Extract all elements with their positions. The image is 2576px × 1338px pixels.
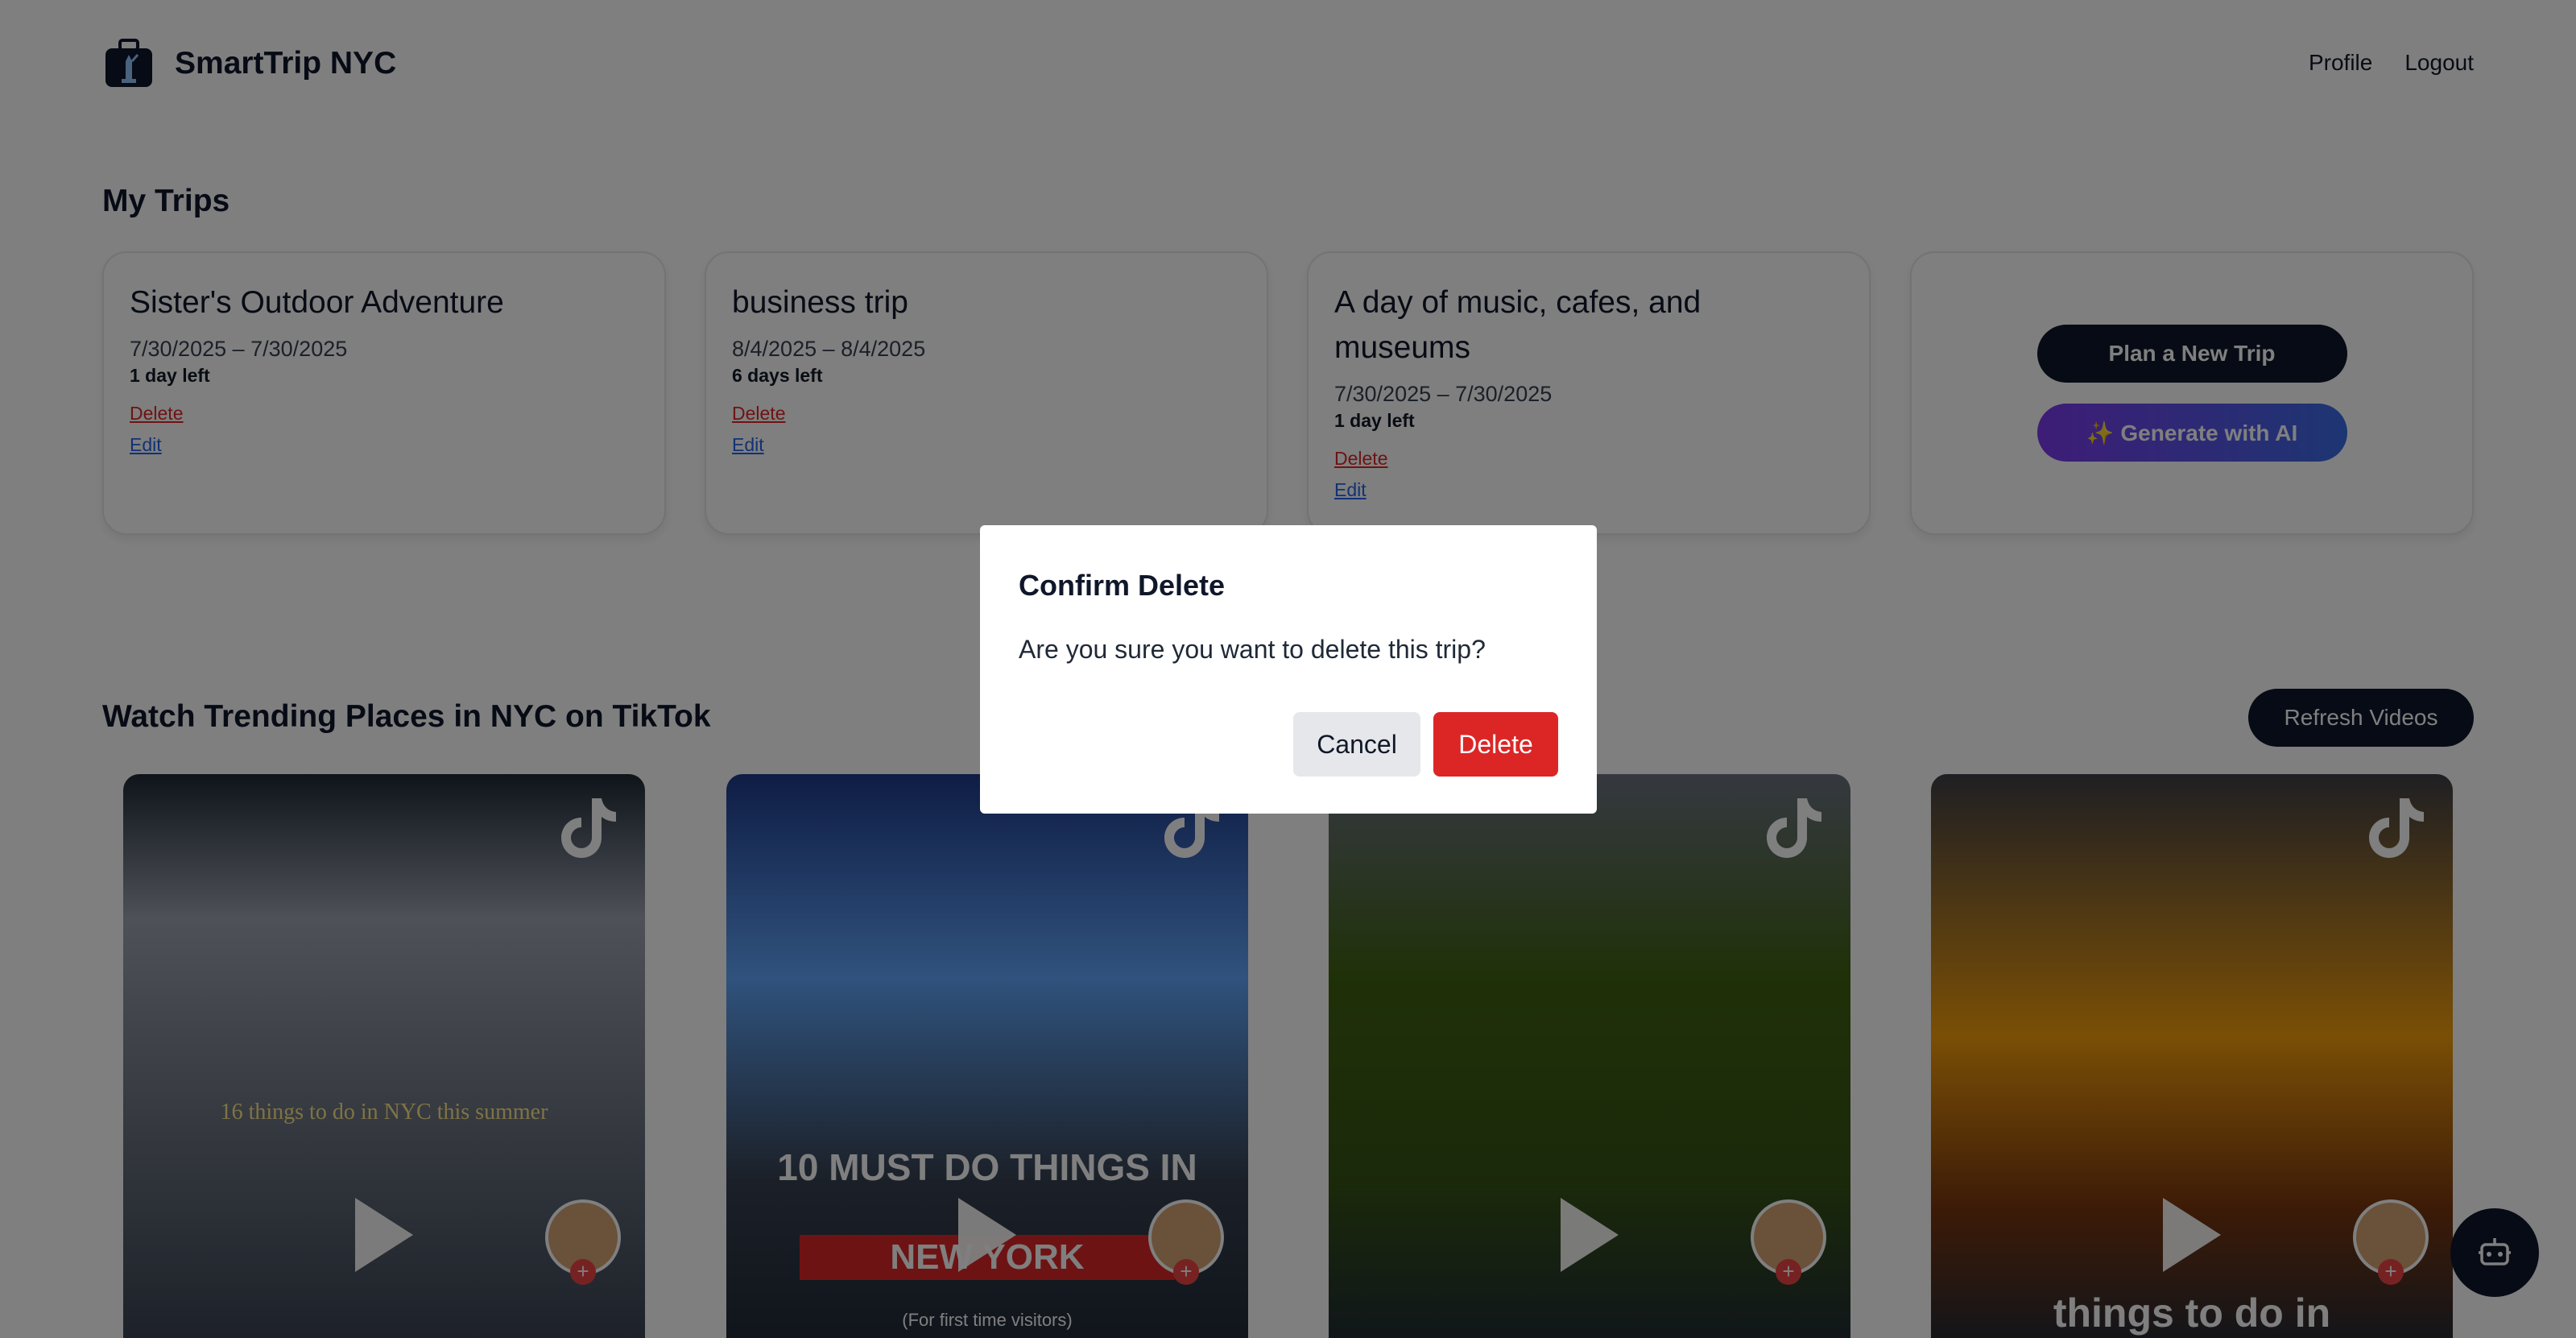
delete-button[interactable]: Delete [1433, 712, 1558, 777]
dialog-actions: Cancel Delete [1293, 712, 1558, 777]
page: SmartTrip NYC Profile Logout My Trips Si… [0, 0, 2576, 1338]
dialog-message: Are you sure you want to delete this tri… [1019, 635, 1486, 664]
cancel-button[interactable]: Cancel [1293, 712, 1420, 777]
dialog-title: Confirm Delete [1019, 569, 1226, 602]
confirm-delete-dialog: Confirm Delete Are you sure you want to … [980, 525, 1597, 814]
